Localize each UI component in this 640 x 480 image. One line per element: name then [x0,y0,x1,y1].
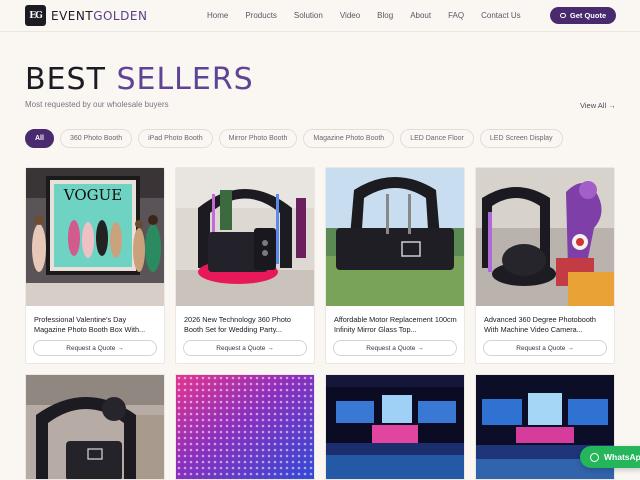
product-name[interactable]: Advanced 360 Degree Photobooth With Mach… [484,315,608,335]
nav-about[interactable]: About [410,11,431,20]
nav-video[interactable]: Video [340,11,360,20]
page-title: BEST SELLERS [25,62,254,97]
filter-led-screen-display[interactable]: LED Screen Display [479,129,563,148]
filter-mirror-photo-booth[interactable]: Mirror Photo Booth [218,129,298,148]
product-name[interactable]: 2026 New Technology 360 Photo Booth Set … [184,315,308,335]
filter-ipad-photo-booth[interactable]: iPad Photo Booth [138,129,213,148]
nav-faq[interactable]: FAQ [448,11,464,20]
nav-blog[interactable]: Blog [377,11,393,20]
request-quote-button[interactable]: Request a Quote → [483,340,607,356]
filter-magazine-photo-booth[interactable]: Magazine Photo Booth [303,129,395,148]
filter-all[interactable]: All [25,129,54,148]
product-image[interactable] [26,375,164,479]
product-image[interactable] [326,168,464,306]
product-card[interactable]: Affordable Motor Replacement 100cm Infin… [325,167,465,364]
whatsapp-icon [590,452,599,462]
page-subtitle: Most requested by our wholesale buyers [25,100,169,109]
product-image[interactable] [176,375,314,479]
product-image[interactable]: VOGUE [26,168,164,306]
product-name[interactable]: Professional Valentine's Day Magazine Ph… [34,315,158,335]
filter-360-photo-booth[interactable]: 360 Photo Booth [59,129,133,148]
logo[interactable]: EG EVENTGOLDEN [25,5,147,26]
nav-home[interactable]: Home [207,11,228,20]
nav-solution[interactable]: Solution [294,11,323,20]
product-card[interactable] [25,374,165,480]
request-quote-button[interactable]: Request a Quote → [333,340,457,356]
product-image[interactable] [176,168,314,306]
request-quote-button[interactable]: Request a Quote → [33,340,157,356]
whatsapp-button[interactable]: WhatsApp [580,446,640,468]
category-filters: All 360 Photo Booth iPad Photo Booth Mir… [25,129,563,148]
magazine-title-text: VOGUE [63,186,122,204]
nav-products[interactable]: Products [245,11,277,20]
view-all-link[interactable]: View All → [580,101,616,110]
request-quote-button[interactable]: Request a Quote → [183,340,307,356]
logo-mark: EG [25,5,46,26]
filter-led-dance-floor[interactable]: LED Dance Floor [400,129,474,148]
product-name[interactable]: Affordable Motor Replacement 100cm Infin… [334,315,458,335]
main-nav: Home Products Solution Video Blog About … [207,11,538,20]
site-header: EG EVENTGOLDEN Home Products Solution Vi… [0,0,640,32]
product-card[interactable] [325,374,465,480]
product-card[interactable] [175,374,315,480]
chat-icon [559,13,566,18]
logo-text: EVENTGOLDEN [51,8,148,23]
product-image[interactable] [326,375,464,479]
get-quote-button[interactable]: Get Quote [550,7,616,24]
nav-contact[interactable]: Contact Us [481,11,521,20]
product-image[interactable] [476,168,614,306]
product-card[interactable]: Advanced 360 Degree Photobooth With Mach… [475,167,615,364]
product-card[interactable]: 2026 New Technology 360 Photo Booth Set … [175,167,315,364]
product-card[interactable]: VOGUE Professional Valentine's Day Magaz… [25,167,165,364]
